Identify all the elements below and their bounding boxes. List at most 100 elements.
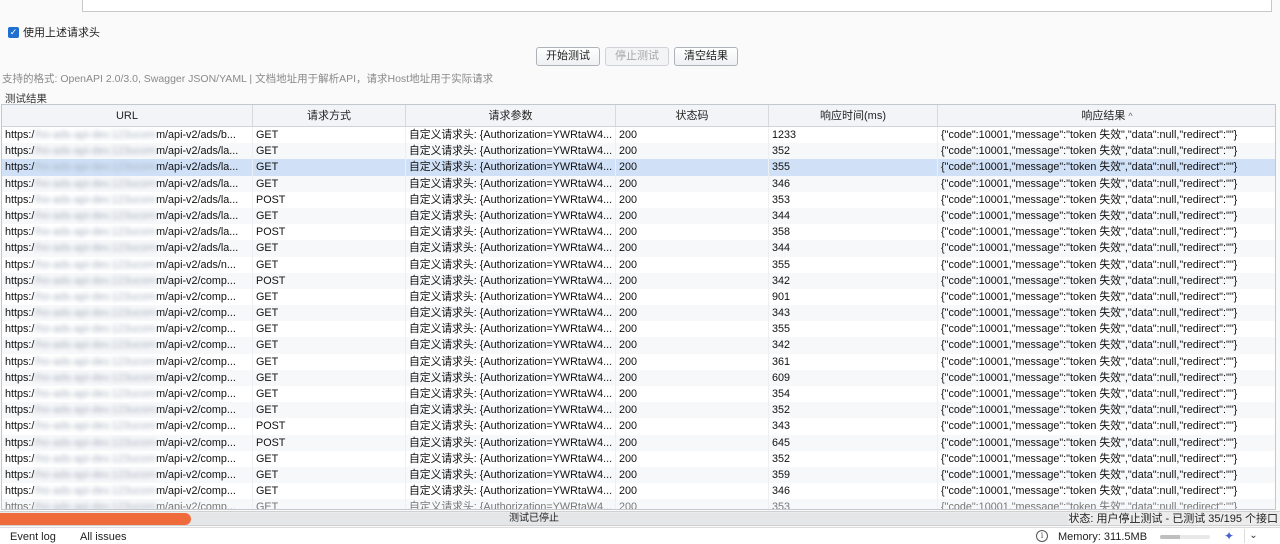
column-header-url[interactable]: URL [2, 105, 253, 126]
cell-url: https://ho-ads-api-dev.123ucomm/api-v2/c… [2, 418, 253, 435]
table-row[interactable]: https://ho-ads-api-dev.123ucomm/api-v2/a… [2, 191, 1275, 208]
url-path: m/api-v2/comp... [156, 452, 236, 465]
cell-status: 200 [616, 337, 769, 354]
column-header-time[interactable]: 响应时间(ms) [769, 105, 938, 126]
table-row[interactable]: https://ho-ads-api-dev.123ucomm/api-v2/c… [2, 418, 1275, 435]
table-row[interactable]: https://ho-ads-api-dev.123ucomm/api-v2/a… [2, 207, 1275, 225]
url-host-redacted: /ho-ads-api-dev.123ucom [34, 209, 157, 222]
url-scheme: https:/ [5, 404, 35, 417]
table-row[interactable]: https://ho-ads-api-dev.123ucomm/api-v2/c… [2, 450, 1275, 467]
url-scheme: https:/ [5, 193, 35, 206]
table-row[interactable]: https://ho-ads-api-dev.123ucomm/api-v2/c… [2, 402, 1275, 419]
url-host-redacted: /ho-ads-api-dev.123ucom [34, 274, 157, 287]
cell-response: {"code":10001,"message":"token 失效","data… [938, 224, 1275, 240]
table-row[interactable]: https://ho-ads-api-dev.123ucomm/api-v2/a… [2, 240, 1275, 257]
url-host-redacted: /ho-ads-api-dev.123ucom [34, 290, 157, 303]
url-scheme: https:/ [5, 339, 35, 352]
cell-params: 自定义请求头: {Authorization=YWRtaW4... [406, 127, 616, 144]
cell-status: 200 [616, 386, 769, 403]
cell-method: GET [253, 256, 406, 273]
clear-results-button[interactable]: 清空结果 [674, 47, 738, 66]
info-icon[interactable]: i [1036, 530, 1048, 542]
cell-url: https://ho-ads-api-dev.123ucomm/api-v2/a… [2, 143, 253, 160]
cell-time: 354 [769, 386, 938, 403]
start-test-button[interactable]: 开始测试 [536, 47, 600, 66]
status-text: 状态: 用户停止测试 - 已测试 35/195 个接口 [1068, 513, 1278, 525]
cell-method: GET [253, 143, 406, 160]
tab-all-issues[interactable]: All issues [80, 531, 126, 543]
use-headers-label: 使用上述请求头 [23, 27, 100, 39]
results-table[interactable]: URL 请求方式 请求参数 状态码 响应时间(ms) 响应结果 ^ https:/… [1, 104, 1276, 510]
table-row[interactable]: https://ho-ads-api-dev.123ucomm/api-v2/c… [2, 466, 1275, 484]
url-path: m/api-v2/ads/la... [156, 226, 239, 239]
table-row[interactable]: https://ho-ads-api-dev.123ucomm/api-v2/c… [2, 272, 1275, 289]
cell-url: https://ho-ads-api-dev.123ucomm/api-v2/c… [2, 483, 253, 500]
cell-status: 200 [616, 224, 769, 241]
cell-status: 200 [616, 321, 769, 338]
cell-method: GET [253, 127, 406, 144]
cell-time: 343 [769, 418, 938, 435]
table-row[interactable]: https://ho-ads-api-dev.123ucomm/api-v2/c… [2, 353, 1275, 370]
cell-time: 342 [769, 337, 938, 354]
cell-params: 自定义请求头: {Authorization=YWRtaW4... [406, 321, 616, 338]
sparkle-icon[interactable]: ✦ [1224, 529, 1234, 543]
cell-response: {"code":10001,"message":"token 失效","data… [938, 386, 1275, 402]
table-row[interactable]: https://ho-ads-api-dev.123ucomm/api-v2/c… [2, 305, 1275, 322]
table-row[interactable]: https://ho-ads-api-dev.123ucomm/api-v2/c… [2, 337, 1275, 354]
cell-time: 359 [769, 466, 938, 484]
cell-params: 自定义请求头: {Authorization=YWRtaW4... [406, 175, 616, 192]
request-headers-textarea[interactable] [82, 0, 1272, 12]
cell-url: https://ho-ads-api-dev.123ucomm/api-v2/c… [2, 305, 253, 322]
cell-status: 200 [616, 305, 769, 322]
table-row[interactable]: https://ho-ads-api-dev.123ucomm/api-v2/a… [2, 175, 1275, 192]
url-host-redacted: /ho-ads-api-dev.123ucom [34, 177, 157, 190]
table-row[interactable]: https://ho-ads-api-dev.123ucomm/api-v2/c… [2, 321, 1275, 338]
url-path: m/api-v2/comp... [156, 388, 236, 400]
cell-time: 361 [769, 353, 938, 370]
cell-url: https://ho-ads-api-dev.123ucomm/api-v2/c… [2, 434, 253, 451]
cell-method: GET [253, 321, 406, 338]
table-row[interactable]: https://ho-ads-api-dev.123ucomm/api-v2/c… [2, 288, 1275, 306]
cell-params: 自定义请求头: {Authorization=YWRtaW4... [406, 272, 616, 289]
cell-method: GET [253, 369, 406, 386]
cell-response: {"code":10001,"message":"token 失效","data… [938, 127, 1275, 143]
stop-test-button[interactable]: 停止测试 [605, 47, 669, 66]
cell-method: GET [253, 450, 406, 467]
url-scheme: https:/ [5, 177, 35, 190]
cell-status: 200 [616, 483, 769, 500]
table-row[interactable]: https://ho-ads-api-dev.123ucomm/api-v2/c… [2, 434, 1275, 451]
url-scheme: https:/ [5, 388, 35, 400]
url-path: m/api-v2/ads/la... [156, 145, 239, 158]
table-row[interactable]: https://ho-ads-api-dev.123ucomm/api-v2/a… [2, 224, 1275, 241]
cell-params: 自定义请求头: {Authorization=YWRtaW4... [406, 450, 616, 467]
use-headers-row[interactable]: ✓ 使用上述请求头 [8, 24, 100, 40]
table-row[interactable]: https://ho-ads-api-dev.123ucomm/api-v2/a… [2, 127, 1275, 144]
cell-url: https://ho-ads-api-dev.123ucomm/api-v2/a… [2, 175, 253, 192]
chevron-down-icon[interactable]: ⌄ [1244, 529, 1262, 543]
table-row[interactable]: https://ho-ads-api-dev.123ucomm/api-v2/c… [2, 369, 1275, 386]
url-path: m/api-v2/comp... [156, 436, 236, 449]
table-row[interactable]: https://ho-ads-api-dev.123ucomm/api-v2/c… [2, 499, 1275, 509]
url-path: m/api-v2/ads/la... [156, 242, 239, 255]
column-header-method[interactable]: 请求方式 [253, 105, 406, 126]
table-row[interactable]: https://ho-ads-api-dev.123ucomm/api-v2/a… [2, 256, 1275, 273]
table-row[interactable]: https://ho-ads-api-dev.123ucomm/api-v2/c… [2, 483, 1275, 500]
cell-url: https://ho-ads-api-dev.123ucomm/api-v2/c… [2, 288, 253, 306]
cell-url: https://ho-ads-api-dev.123ucomm/api-v2/c… [2, 466, 253, 484]
progress-bar: 测试已停止 [0, 513, 1068, 525]
table-row[interactable]: https://ho-ads-api-dev.123ucomm/api-v2/a… [2, 143, 1275, 160]
cell-status: 200 [616, 434, 769, 451]
column-header-status[interactable]: 状态码 [616, 105, 769, 126]
url-scheme: https:/ [5, 129, 35, 141]
column-header-params[interactable]: 请求参数 [406, 105, 616, 126]
table-row[interactable]: https://ho-ads-api-dev.123ucomm/api-v2/c… [2, 386, 1275, 403]
tab-event-log[interactable]: Event log [10, 531, 56, 543]
cell-url: https://ho-ads-api-dev.123ucomm/api-v2/c… [2, 321, 253, 338]
table-row[interactable]: https://ho-ads-api-dev.123ucomm/api-v2/a… [2, 159, 1275, 176]
use-headers-checkbox[interactable]: ✓ [8, 26, 19, 38]
memory-bar-fill [1160, 535, 1180, 539]
url-scheme: https:/ [5, 161, 35, 174]
cell-url: https://ho-ads-api-dev.123ucomm/api-v2/a… [2, 207, 253, 225]
column-header-response[interactable]: 响应结果 ^ [938, 105, 1275, 126]
cell-params: 自定义请求头: {Authorization=YWRtaW4... [406, 256, 616, 273]
